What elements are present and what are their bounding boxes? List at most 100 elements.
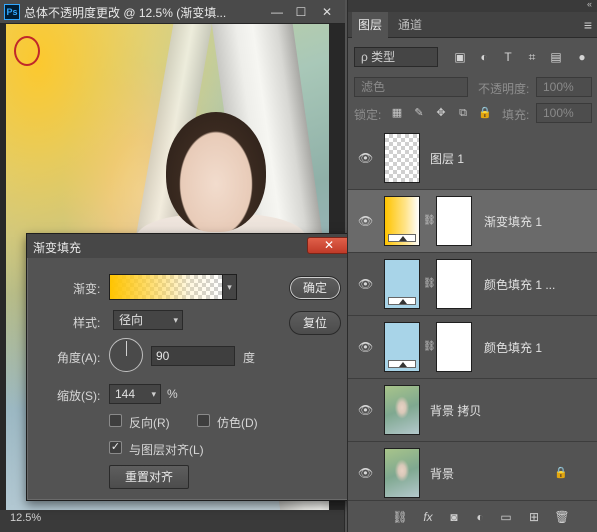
adjustment-badge-icon xyxy=(388,297,416,305)
visibility-eye-icon[interactable]: 👁 xyxy=(358,214,373,228)
lock-image-pixels-icon[interactable]: ✎ xyxy=(412,106,426,120)
collapse-panel-icon[interactable]: « xyxy=(587,0,592,9)
scale-unit: % xyxy=(167,387,178,401)
layer-row[interactable]: 👁 背景 🔒 xyxy=(348,442,597,505)
close-button[interactable]: ✕ xyxy=(316,3,338,21)
angle-label: 角度(A): xyxy=(57,351,101,365)
shape-filter-icon[interactable]: ⌗ xyxy=(524,49,540,65)
lock-transparent-pixels-icon[interactable]: ▦ xyxy=(390,106,404,120)
blend-mode-value: 滤色 xyxy=(361,80,386,94)
angle-input[interactable]: 90 xyxy=(151,346,235,366)
visibility-eye-icon[interactable]: 👁 xyxy=(358,403,373,417)
layer-name: 背景 拷贝 xyxy=(430,404,482,418)
layer-row-selected[interactable]: 👁 ⛓ 渐变填充 1 xyxy=(348,190,597,253)
layer-row[interactable]: 👁 背景 拷贝 xyxy=(348,379,597,442)
blend-mode-select[interactable]: 滤色 xyxy=(354,77,468,97)
visibility-eye-icon[interactable]: 👁 xyxy=(358,466,373,480)
lock-all-icon[interactable]: 🔒 xyxy=(478,106,492,120)
adjustment-filter-icon[interactable]: ◐ xyxy=(476,49,492,65)
panel-tabs: 图层 通道 ≡ xyxy=(348,12,597,38)
layer-name: 图层 1 xyxy=(430,152,465,166)
zoom-level-status[interactable]: 12.5% xyxy=(10,512,41,524)
gradient-fill-dialog: 渐变填充 ✕ 渐变: ▾ 样式: 径向 ▾ 角度(A): 90 度 缩放(S):… xyxy=(26,233,359,501)
layer-name: 渐变填充 1 xyxy=(484,215,543,229)
photoshop-logo-icon: Ps xyxy=(4,4,20,20)
checkmark-icon: ✓ xyxy=(110,441,121,453)
photo-layer-thumbnail xyxy=(384,385,420,435)
link-chain-icon[interactable]: ⛓ xyxy=(423,340,436,354)
new-layer-icon[interactable]: ⊞ xyxy=(526,509,542,525)
gradient-fill-thumbnail xyxy=(384,196,420,246)
dither-checkbox[interactable] xyxy=(197,414,210,427)
image-filter-icon[interactable]: ▣ xyxy=(452,49,468,65)
align-with-layer-checkbox[interactable]: ✓ xyxy=(109,441,122,454)
visibility-eye-icon[interactable]: 👁 xyxy=(358,151,373,165)
lock-position-icon[interactable]: ✥ xyxy=(434,106,448,120)
color-fill-thumbnail xyxy=(384,259,420,309)
layer-name: 颜色填充 1 xyxy=(484,341,543,355)
gradient-swatch[interactable] xyxy=(109,274,223,300)
layer-mask-thumbnail[interactable] xyxy=(436,259,472,309)
layer-name: 背景 xyxy=(430,467,455,481)
layer-filter-row: ρ 类型 ▣ ◐ T ⌗ ▤ ● xyxy=(348,44,597,70)
fill-label: 填充: xyxy=(502,108,530,122)
reset-button[interactable]: 复位 xyxy=(289,311,341,335)
delete-layer-icon[interactable]: 🗑 xyxy=(554,509,570,525)
link-layers-icon[interactable]: ⛓ xyxy=(392,509,408,525)
layers-panel-footer: ⛓ fx ◙ ◐ ▭ ⊞ 🗑 xyxy=(348,500,597,532)
layer-row[interactable]: 👁 图层 1 xyxy=(348,127,597,190)
opacity-input[interactable]: 100% xyxy=(536,77,592,97)
watermark-logo-icon xyxy=(14,36,40,66)
type-filter-icon[interactable]: T xyxy=(500,49,516,65)
lock-row: 锁定: ▦ ✎ ✥ ⧉ 🔒 填充: 100% xyxy=(348,102,597,124)
dialog-close-button[interactable]: ✕ xyxy=(307,237,351,254)
style-select[interactable]: 径向 ▾ xyxy=(113,310,183,330)
panel-top-bar: « xyxy=(348,0,597,12)
gradient-label: 渐变: xyxy=(73,282,101,296)
visibility-eye-icon[interactable]: 👁 xyxy=(358,277,373,291)
filter-toggle-icon[interactable]: ● xyxy=(574,49,590,65)
minimize-button[interactable]: — xyxy=(266,3,288,21)
tab-layers[interactable]: 图层 xyxy=(352,12,389,38)
add-mask-icon[interactable]: ◙ xyxy=(446,509,462,525)
layer-row[interactable]: 👁 ⛓ 颜色填充 1 ... xyxy=(348,253,597,316)
scale-input[interactable]: 144 ▾ xyxy=(109,384,161,404)
link-chain-icon[interactable]: ⛓ xyxy=(423,277,436,291)
smart-object-filter-icon[interactable]: ▤ xyxy=(548,49,564,65)
tab-channels[interactable]: 通道 xyxy=(392,12,428,38)
fill-input[interactable]: 100% xyxy=(536,103,592,123)
reverse-label: 反向(R) xyxy=(129,416,170,430)
angle-dial[interactable] xyxy=(109,338,143,372)
reset-alignment-button[interactable]: 重置对齐 xyxy=(109,465,189,489)
layer-mask-thumbnail[interactable] xyxy=(436,322,472,372)
document-title-bar[interactable]: Ps 总体不透明度更改 @ 12.5% (渐变填... — ☐ ✕ xyxy=(0,0,345,24)
adjustment-layer-icon[interactable]: ◐ xyxy=(472,509,488,525)
reverse-checkbox[interactable] xyxy=(109,414,122,427)
visibility-eye-icon[interactable]: 👁 xyxy=(358,340,373,354)
fx-icon[interactable]: fx xyxy=(420,509,436,525)
filter-kind-value: ρ 类型 xyxy=(361,50,396,64)
layer-row[interactable]: 👁 ⛓ 颜色填充 1 xyxy=(348,316,597,379)
layers-panel: « 图层 通道 ≡ ρ 类型 ▣ ◐ T ⌗ ▤ ● 滤色 不透明度: 100%… xyxy=(347,0,597,532)
panel-menu-icon[interactable]: ≡ xyxy=(584,17,592,33)
style-label: 样式: xyxy=(73,316,101,330)
photo-layer-thumbnail xyxy=(384,448,420,498)
layer-mask-thumbnail[interactable] xyxy=(436,196,472,246)
ok-button[interactable]: 确定 xyxy=(289,276,341,300)
gradient-picker-dropdown[interactable]: ▾ xyxy=(223,274,237,300)
document-title: 总体不透明度更改 @ 12.5% (渐变填... xyxy=(24,6,227,20)
angle-unit: 度 xyxy=(243,351,256,365)
link-chain-icon[interactable]: ⛓ xyxy=(423,214,436,228)
prevent-autonest-icon[interactable]: ⧉ xyxy=(456,106,470,120)
dialog-title-bar[interactable]: 渐变填充 ✕ xyxy=(27,234,358,258)
chevron-down-icon: ▾ xyxy=(151,389,156,399)
opacity-value: 100% xyxy=(543,80,574,94)
blend-row: 滤色 不透明度: 100% xyxy=(348,76,597,98)
align-with-layer-label: 与图层对齐(L) xyxy=(129,443,204,457)
chevron-down-icon: ▾ xyxy=(227,282,232,292)
filter-kind-select[interactable]: ρ 类型 xyxy=(354,47,438,67)
maximize-button[interactable]: ☐ xyxy=(290,3,312,21)
layer-thumbnail xyxy=(384,133,420,183)
new-group-icon[interactable]: ▭ xyxy=(498,509,514,525)
scale-label: 缩放(S): xyxy=(57,389,101,403)
